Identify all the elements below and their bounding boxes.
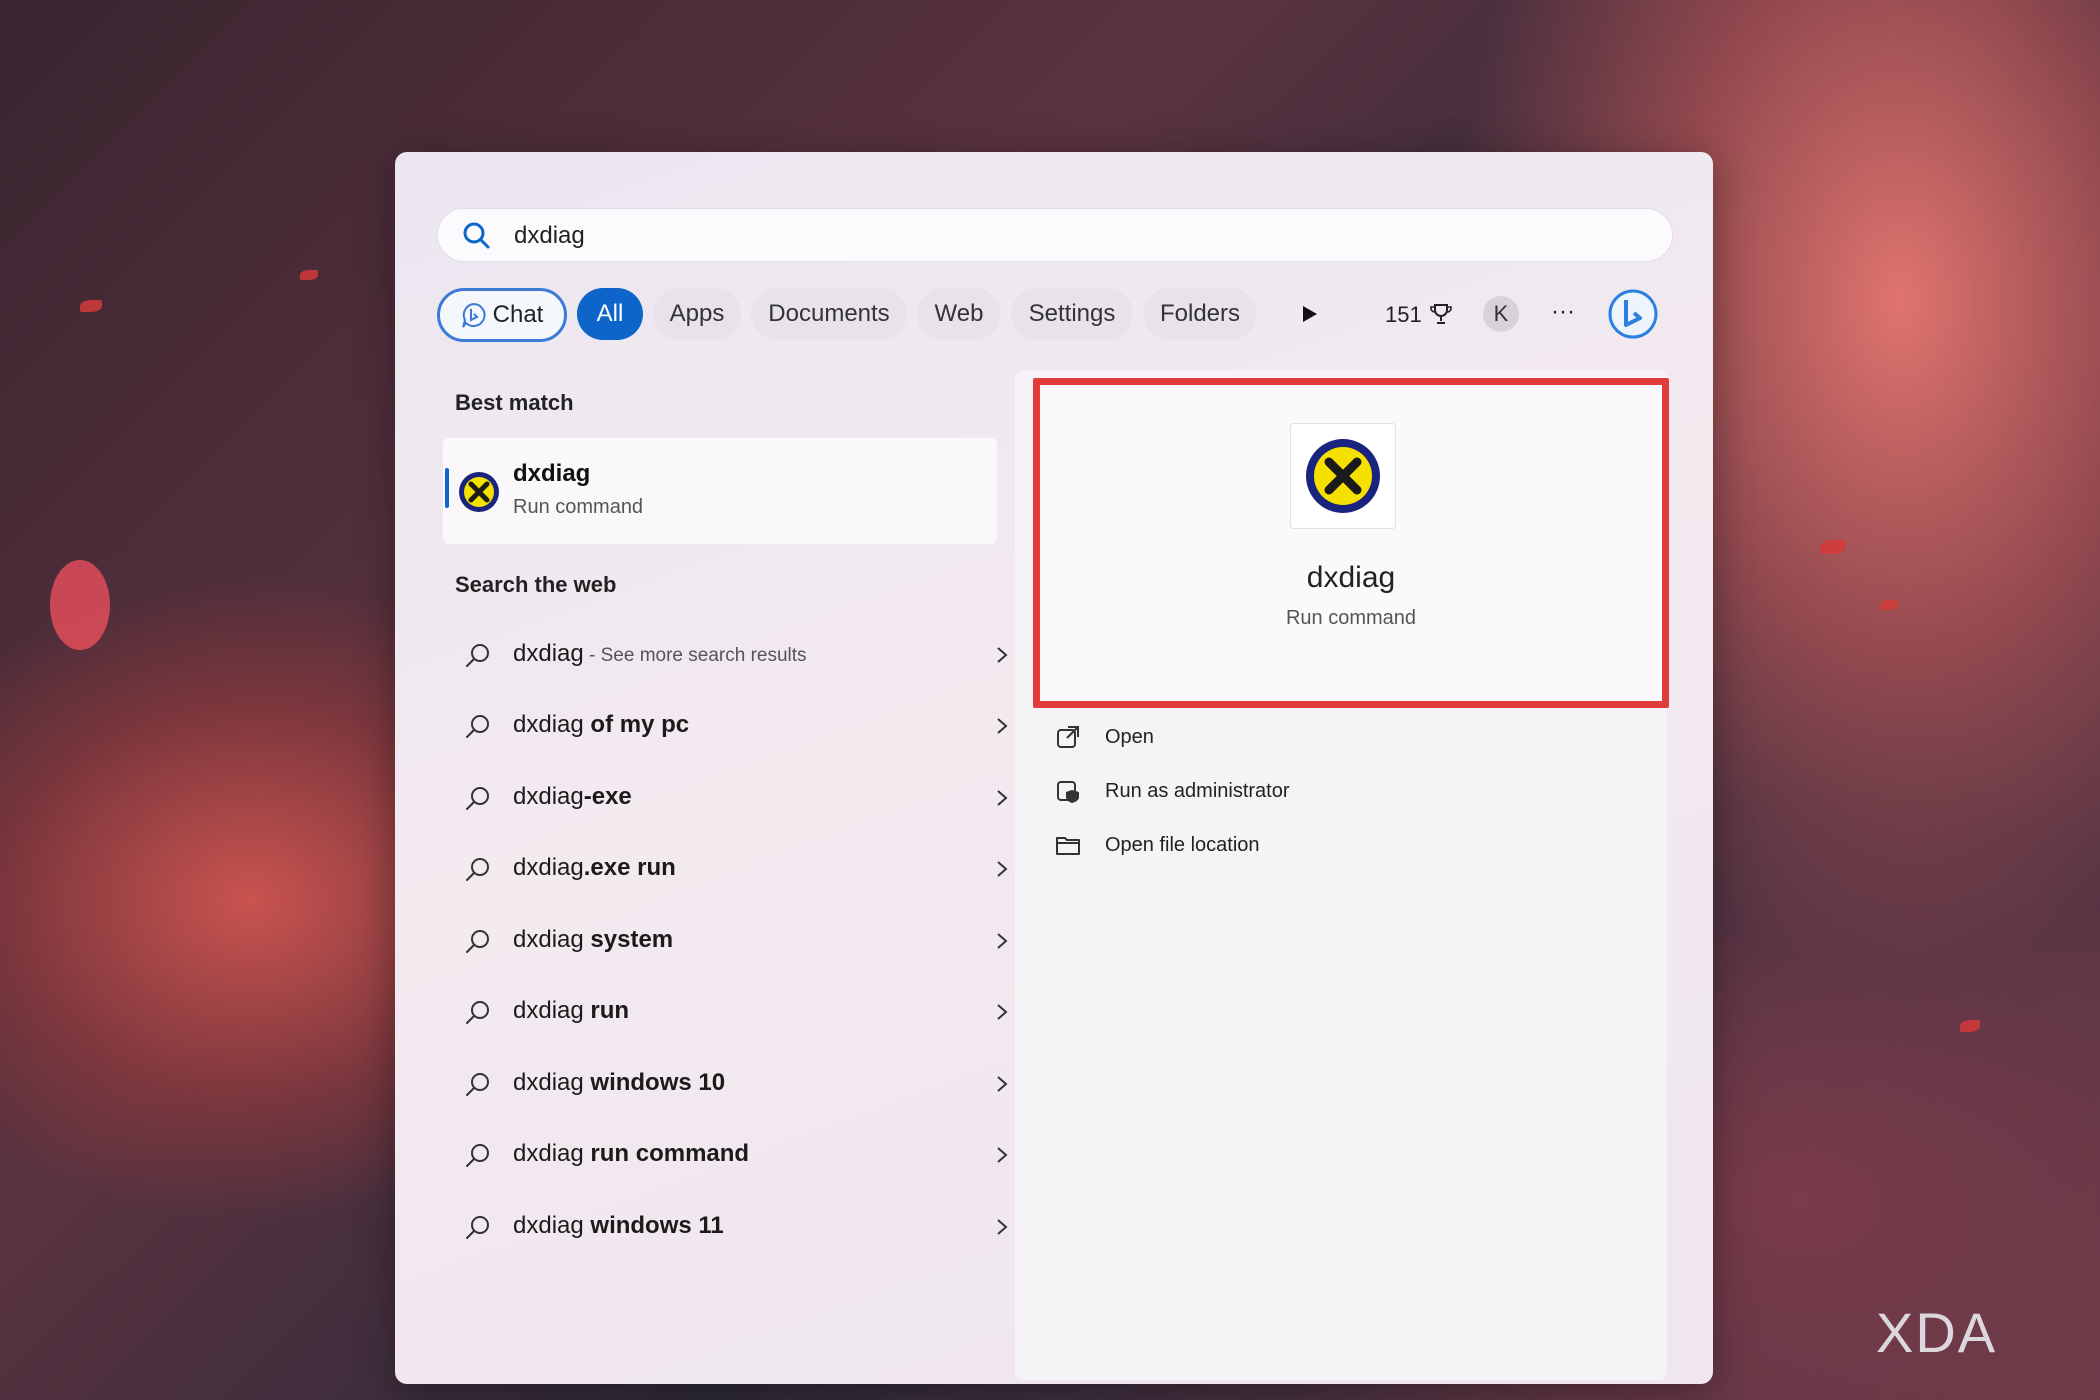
web-result-prefix: dxdiag [513,640,584,667]
directx-icon [459,472,499,512]
rewards-points[interactable]: 151 [1385,300,1455,330]
run-as-admin-action[interactable]: Run as administrator [1055,772,1455,812]
web-result-suffix: windows 11 [583,1212,724,1239]
web-result-prefix: dxdiag [513,854,584,881]
web-result-label: dxdiag of my pc [513,711,689,739]
search-icon [466,1216,489,1239]
web-result-label: dxdiag-exe [513,783,632,811]
tab-folders[interactable]: Folders [1143,288,1257,340]
open-action-label: Open [1105,726,1154,748]
web-result-label: dxdiag windows 10 [513,1069,725,1097]
web-result-label: dxdiag run command [513,1140,749,1168]
chevron-right-icon [997,933,1008,949]
web-result-item[interactable]: dxdiag windows 10 [443,1053,1008,1113]
web-result-label: dxdiag windows 11 [513,1212,724,1240]
highlight-box: dxdiag Run command [1033,378,1669,708]
xda-watermark: XDA [1876,1300,1997,1365]
wallpaper-petal [1820,540,1846,554]
search-web-heading: Search the web [455,572,617,597]
search-icon [466,1073,489,1096]
more-filters-arrow-icon[interactable] [1299,304,1319,324]
best-match-heading: Best match [455,390,574,415]
wallpaper-petal [80,300,102,312]
best-match-item[interactable]: dxdiag Run command [443,438,997,544]
detail-app-name: dxdiag [1306,561,1396,594]
more-options-label: ··· [1551,298,1575,325]
more-options-button[interactable]: ··· [1545,294,1581,330]
web-result-prefix: dxdiag [513,1069,584,1096]
search-panel: Chat All Apps Documents Web Settings Fol… [395,152,1713,1384]
web-result-suffix: windows 10 [583,1069,726,1096]
trophy-icon [1430,304,1452,324]
wallpaper-petal [1960,1020,1980,1032]
search-icon [466,1001,489,1024]
chevron-right-icon [997,718,1008,734]
web-result-suffix: system [583,926,674,953]
open-file-location-label: Open file location [1105,834,1260,856]
best-match-name: dxdiag [513,460,591,487]
directx-icon [1306,439,1380,513]
chevron-right-icon [997,1219,1008,1235]
web-result-suffix: .exe run [583,854,676,881]
left-results: Best match dxdiag Run command Search the… [443,152,1013,1384]
detail-pane: dxdiag Run command Open Run as administr… [1015,370,1669,1380]
web-result-prefix: dxdiag [513,997,584,1024]
rewards-points-value: 151 [1385,302,1422,327]
detail-app-type: Run command [1285,607,1417,629]
web-result-label: dxdiag - See more search results [513,640,807,668]
wallpaper-petal [300,270,318,280]
web-result-suffix: run [583,997,630,1024]
selection-indicator [445,468,449,508]
chevron-right-icon [997,1004,1008,1020]
web-result-prefix: dxdiag [513,1212,584,1239]
web-result-item[interactable]: dxdiag system [443,910,1008,970]
tab-settings[interactable]: Settings [1011,288,1133,340]
web-result-label: dxdiag.exe run [513,854,676,882]
run-as-admin-label: Run as administrator [1105,780,1290,802]
web-result-prefix: dxdiag [513,926,584,953]
web-result-hint: - See more search results [583,645,807,666]
search-icon [466,930,489,953]
tab-settings-label: Settings [1028,300,1116,327]
search-icon [466,858,489,881]
web-result-item[interactable]: dxdiag windows 11 [443,1196,1008,1256]
web-result-label: dxdiag system [513,926,673,954]
web-result-prefix: dxdiag [513,711,584,738]
tab-folders-label: Folders [1159,300,1241,327]
bing-icon[interactable] [1607,288,1659,340]
watermark-text: XDA [1876,1301,1998,1364]
chevron-right-icon [997,1076,1008,1092]
open-action[interactable]: Open [1055,718,1455,758]
open-external-icon [1057,726,1079,748]
search-icon [466,1144,489,1167]
web-result-label: dxdiag run [513,997,629,1025]
chevron-right-icon [997,790,1008,806]
web-result-prefix: dxdiag [513,1140,584,1167]
shield-icon [1057,781,1079,803]
best-match-type: Run command [513,496,644,518]
web-result-item[interactable]: dxdiag of my pc [443,695,1008,755]
search-icon [466,644,489,667]
search-icon [466,787,489,810]
web-result-suffix: run command [583,1140,750,1167]
wallpaper-petal [1880,600,1898,610]
search-icon [466,715,489,738]
web-result-suffix: -exe [583,783,632,810]
web-result-item[interactable]: dxdiag run command [443,1124,1008,1184]
web-result-item[interactable]: dxdiag-exe [443,767,1008,827]
chevron-right-icon [997,1147,1008,1163]
web-result-prefix: dxdiag [513,783,584,810]
avatar[interactable]: K [1483,296,1519,332]
avatar-initial: K [1493,301,1509,326]
web-result-item[interactable]: dxdiag.exe run [443,838,1008,898]
open-file-location-action[interactable]: Open file location [1055,826,1455,866]
web-result-item[interactable]: dxdiag - See more search results [443,624,1008,684]
folder-icon [1056,837,1080,855]
app-icon-tile[interactable] [1290,423,1396,529]
chevron-right-icon [997,647,1008,663]
wallpaper-petal [50,560,110,650]
web-result-suffix: of my pc [583,711,690,738]
web-result-item[interactable]: dxdiag run [443,981,1008,1041]
chevron-right-icon [997,861,1008,877]
